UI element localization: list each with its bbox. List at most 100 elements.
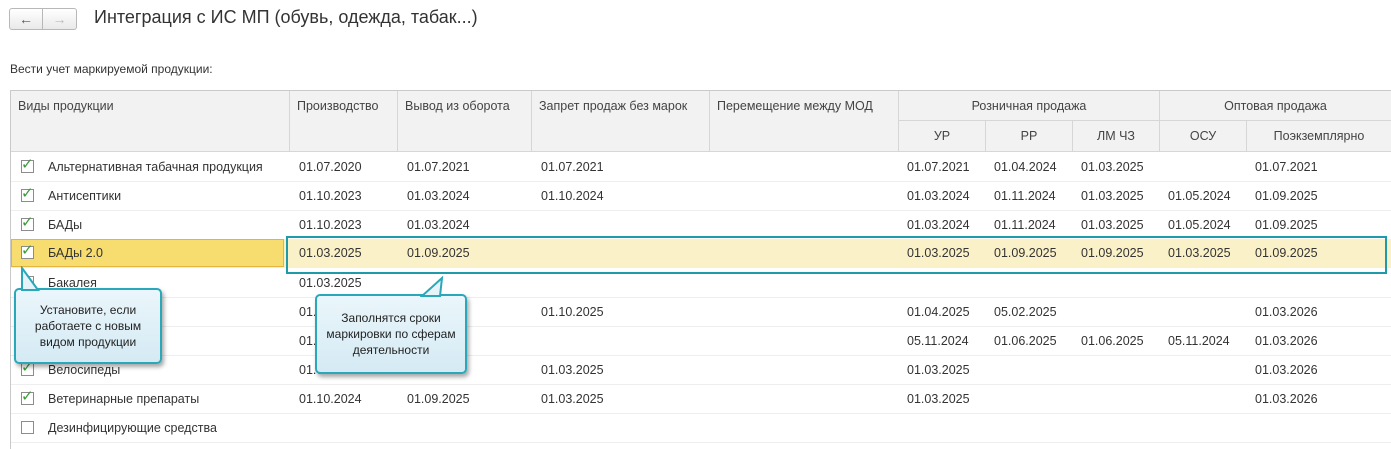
header-withdrawal[interactable]: Вывод из оборота bbox=[398, 91, 532, 152]
cell-ur[interactable]: 05.11.2024 bbox=[907, 327, 969, 355]
section-label: Вести учет маркируемой продукции: bbox=[10, 62, 213, 76]
callout-left: Установите, если работаете с новым видом… bbox=[14, 288, 162, 364]
product-name: Ветеринарные препараты bbox=[48, 392, 200, 406]
cell-production[interactable]: 01.10.2024 bbox=[299, 385, 362, 413]
header-product[interactable]: Виды продукции bbox=[11, 91, 290, 152]
product-name: Антисептики bbox=[48, 189, 122, 203]
table-row[interactable]: ✓ Антисептики 01.10.2023 01.03.2024 01.10.20… bbox=[11, 182, 1391, 211]
table-row[interactable]: ✓...иво01......601.10.202501.04.202505.0… bbox=[11, 298, 1391, 327]
cell-lm[interactable]: 01.03.2025 bbox=[1081, 153, 1144, 181]
row-checkbox[interactable]: ✓ bbox=[21, 185, 34, 202]
cell-item[interactable]: 01.07.2021 bbox=[1255, 153, 1318, 181]
checkmark-icon: ✓ bbox=[21, 185, 34, 202]
header-wholesale-osu[interactable]: ОСУ bbox=[1160, 121, 1247, 152]
cell-item[interactable]: 01.09.2025 bbox=[1255, 211, 1318, 239]
table-row[interactable]: ✓ Альтернативная табачная продукция 01.07.… bbox=[11, 153, 1391, 182]
header-wholesale[interactable]: Оптовая продажа bbox=[1160, 91, 1391, 121]
callout-right-tail-icon bbox=[420, 276, 444, 297]
cell-production[interactable]: 01.07.2020 bbox=[299, 153, 362, 181]
header-wholesale-item[interactable]: Поэкземплярно bbox=[1247, 121, 1391, 152]
cell-ur[interactable]: 01.03.2024 bbox=[907, 211, 970, 239]
cell-lm[interactable]: 01.03.2025 bbox=[1081, 211, 1144, 239]
table-row[interactable]: ✓...апитки01...05.11.202401.06.202501.06… bbox=[11, 327, 1391, 356]
cell-withdrawal[interactable]: 01.03.2024 bbox=[407, 182, 470, 210]
cell-rr[interactable]: 05.02.2025 bbox=[994, 298, 1057, 326]
table-row[interactable]: Дезинфицирующие средства bbox=[11, 414, 1391, 443]
cell-osu[interactable]: 01.03.2025 bbox=[1168, 239, 1231, 267]
product-name: БАДы 2.0 bbox=[48, 246, 103, 260]
cell-withdrawal[interactable]: 01.03.2024 bbox=[407, 211, 470, 239]
cell-rr[interactable]: 01.09.2025 bbox=[994, 239, 1057, 267]
arrow-left-icon: ← bbox=[19, 11, 33, 27]
row-checkbox[interactable]: ✓ bbox=[21, 156, 34, 173]
cell-ban[interactable]: 01.10.2024 bbox=[541, 182, 604, 210]
table-row[interactable]: Бакалея 01.03.2025 bbox=[11, 269, 1391, 298]
table-row[interactable]: ✓ БАДы 2.0 01.03.2025 01.09.2025 01.03.2025 0… bbox=[11, 239, 1391, 268]
cell-withdrawal[interactable]: 01.09.2025 bbox=[407, 385, 470, 413]
cell-ban[interactable]: 01.03.2025 bbox=[541, 356, 604, 384]
cell-item[interactable]: 01.03.2026 bbox=[1255, 356, 1318, 384]
cell-item[interactable]: 01.03.2026 bbox=[1255, 298, 1318, 326]
row-checkbox[interactable]: ✓ bbox=[21, 242, 34, 259]
cell-osu[interactable]: 01.05.2024 bbox=[1168, 182, 1231, 210]
cell-production[interactable]: 01.10.2023 bbox=[299, 211, 362, 239]
header-retail[interactable]: Розничная продажа bbox=[899, 91, 1160, 121]
cell-lm[interactable]: 01.09.2025 bbox=[1081, 239, 1144, 267]
cell-item[interactable]: 01.03.2026 bbox=[1255, 327, 1318, 355]
products-table: Виды продукции Производство Вывод из обо… bbox=[10, 90, 1391, 449]
cell-ban[interactable]: 01.07.2021 bbox=[541, 153, 604, 181]
table-row[interactable]: ✓ БАДы 01.10.2023 01.03.2024 01.03.2024 01.11… bbox=[11, 211, 1391, 240]
cell-ur[interactable]: 01.07.2021 bbox=[907, 153, 970, 181]
callout-left-text: Установите, если работаете с новым видом… bbox=[34, 303, 142, 349]
cell-ur[interactable]: 01.03.2025 bbox=[907, 385, 970, 413]
cell-osu[interactable]: 05.11.2024 bbox=[1168, 327, 1230, 355]
cell-rr[interactable]: 01.04.2024 bbox=[994, 153, 1057, 181]
product-name: Альтернативная табачная продукция bbox=[48, 160, 263, 174]
cell-withdrawal[interactable]: 01.07.2021 bbox=[407, 153, 470, 181]
cell-production[interactable]: 01.03.2025 bbox=[299, 239, 362, 267]
table-row[interactable]: ✓Велосипеды01.03.202401.03.202501.03.202… bbox=[11, 356, 1391, 385]
cell-ur[interactable]: 01.03.2024 bbox=[907, 182, 970, 210]
header-retail-rr[interactable]: РР bbox=[986, 121, 1073, 152]
callout-right: Заполнятся сроки маркировки по сферам де… bbox=[315, 294, 467, 374]
row-checkbox[interactable]: ✓ bbox=[21, 360, 34, 376]
arrow-right-icon: → bbox=[52, 11, 67, 27]
cell-osu[interactable]: 01.05.2024 bbox=[1168, 211, 1231, 239]
cell-ban[interactable]: 01.03.2025 bbox=[541, 385, 604, 413]
cell-rr[interactable]: 01.11.2024 bbox=[994, 182, 1056, 210]
cell-rr[interactable]: 01.06.2025 bbox=[994, 327, 1057, 355]
header-retail-lm[interactable]: ЛМ ЧЗ bbox=[1073, 121, 1160, 152]
row-checkbox[interactable]: ✓ bbox=[21, 214, 34, 231]
cell-rr[interactable]: 01.11.2024 bbox=[994, 211, 1056, 239]
table-row[interactable]: ✓ Ветеринарные препараты 01.10.2024 01.09.2… bbox=[11, 385, 1391, 414]
product-name: Дезинфицирующие средства bbox=[48, 421, 217, 435]
cell-production[interactable]: 01.03.2025 bbox=[299, 269, 362, 297]
header-move[interactable]: Перемещение между МОД bbox=[710, 91, 899, 152]
header-ban[interactable]: Запрет продаж без марок bbox=[532, 91, 710, 152]
page-title: Интеграция с ИС МП (обувь, одежда, табак… bbox=[94, 7, 478, 27]
product-name: БАДы bbox=[48, 218, 83, 232]
cell-item[interactable]: 01.03.2026 bbox=[1255, 385, 1318, 413]
row-checkbox[interactable]: ✓ bbox=[21, 388, 34, 405]
cell-item[interactable]: 01.09.2025 bbox=[1255, 239, 1318, 267]
nav-buttons: ← → bbox=[9, 8, 77, 30]
checkmark-icon: ✓ bbox=[21, 388, 34, 405]
cell-ur[interactable]: 01.03.2025 bbox=[907, 356, 970, 384]
checkmark-icon: ✓ bbox=[21, 156, 34, 173]
cell-lm[interactable]: 01.06.2025 bbox=[1081, 327, 1144, 355]
back-button[interactable]: ← bbox=[9, 8, 43, 30]
cell-lm[interactable]: 01.03.2025 bbox=[1081, 182, 1144, 210]
forward-button[interactable]: → bbox=[43, 8, 77, 30]
callout-left-tail-icon bbox=[21, 266, 40, 291]
header-production[interactable]: Производство bbox=[290, 91, 398, 152]
row-checkbox[interactable] bbox=[21, 421, 34, 434]
cell-item[interactable]: 01.09.2025 bbox=[1255, 182, 1318, 210]
cell-production[interactable]: 01.10.2023 bbox=[299, 182, 362, 210]
cell-ur[interactable]: 01.04.2025 bbox=[907, 298, 970, 326]
checkmark-icon: ✓ bbox=[21, 214, 34, 231]
cell-ur[interactable]: 01.03.2025 bbox=[907, 239, 970, 267]
cell-withdrawal[interactable]: 01.09.2025 bbox=[407, 239, 470, 267]
header-retail-ur[interactable]: УР bbox=[899, 121, 986, 152]
cell-ban[interactable]: 01.10.2025 bbox=[541, 298, 604, 326]
checkmark-icon: ✓ bbox=[21, 242, 34, 259]
